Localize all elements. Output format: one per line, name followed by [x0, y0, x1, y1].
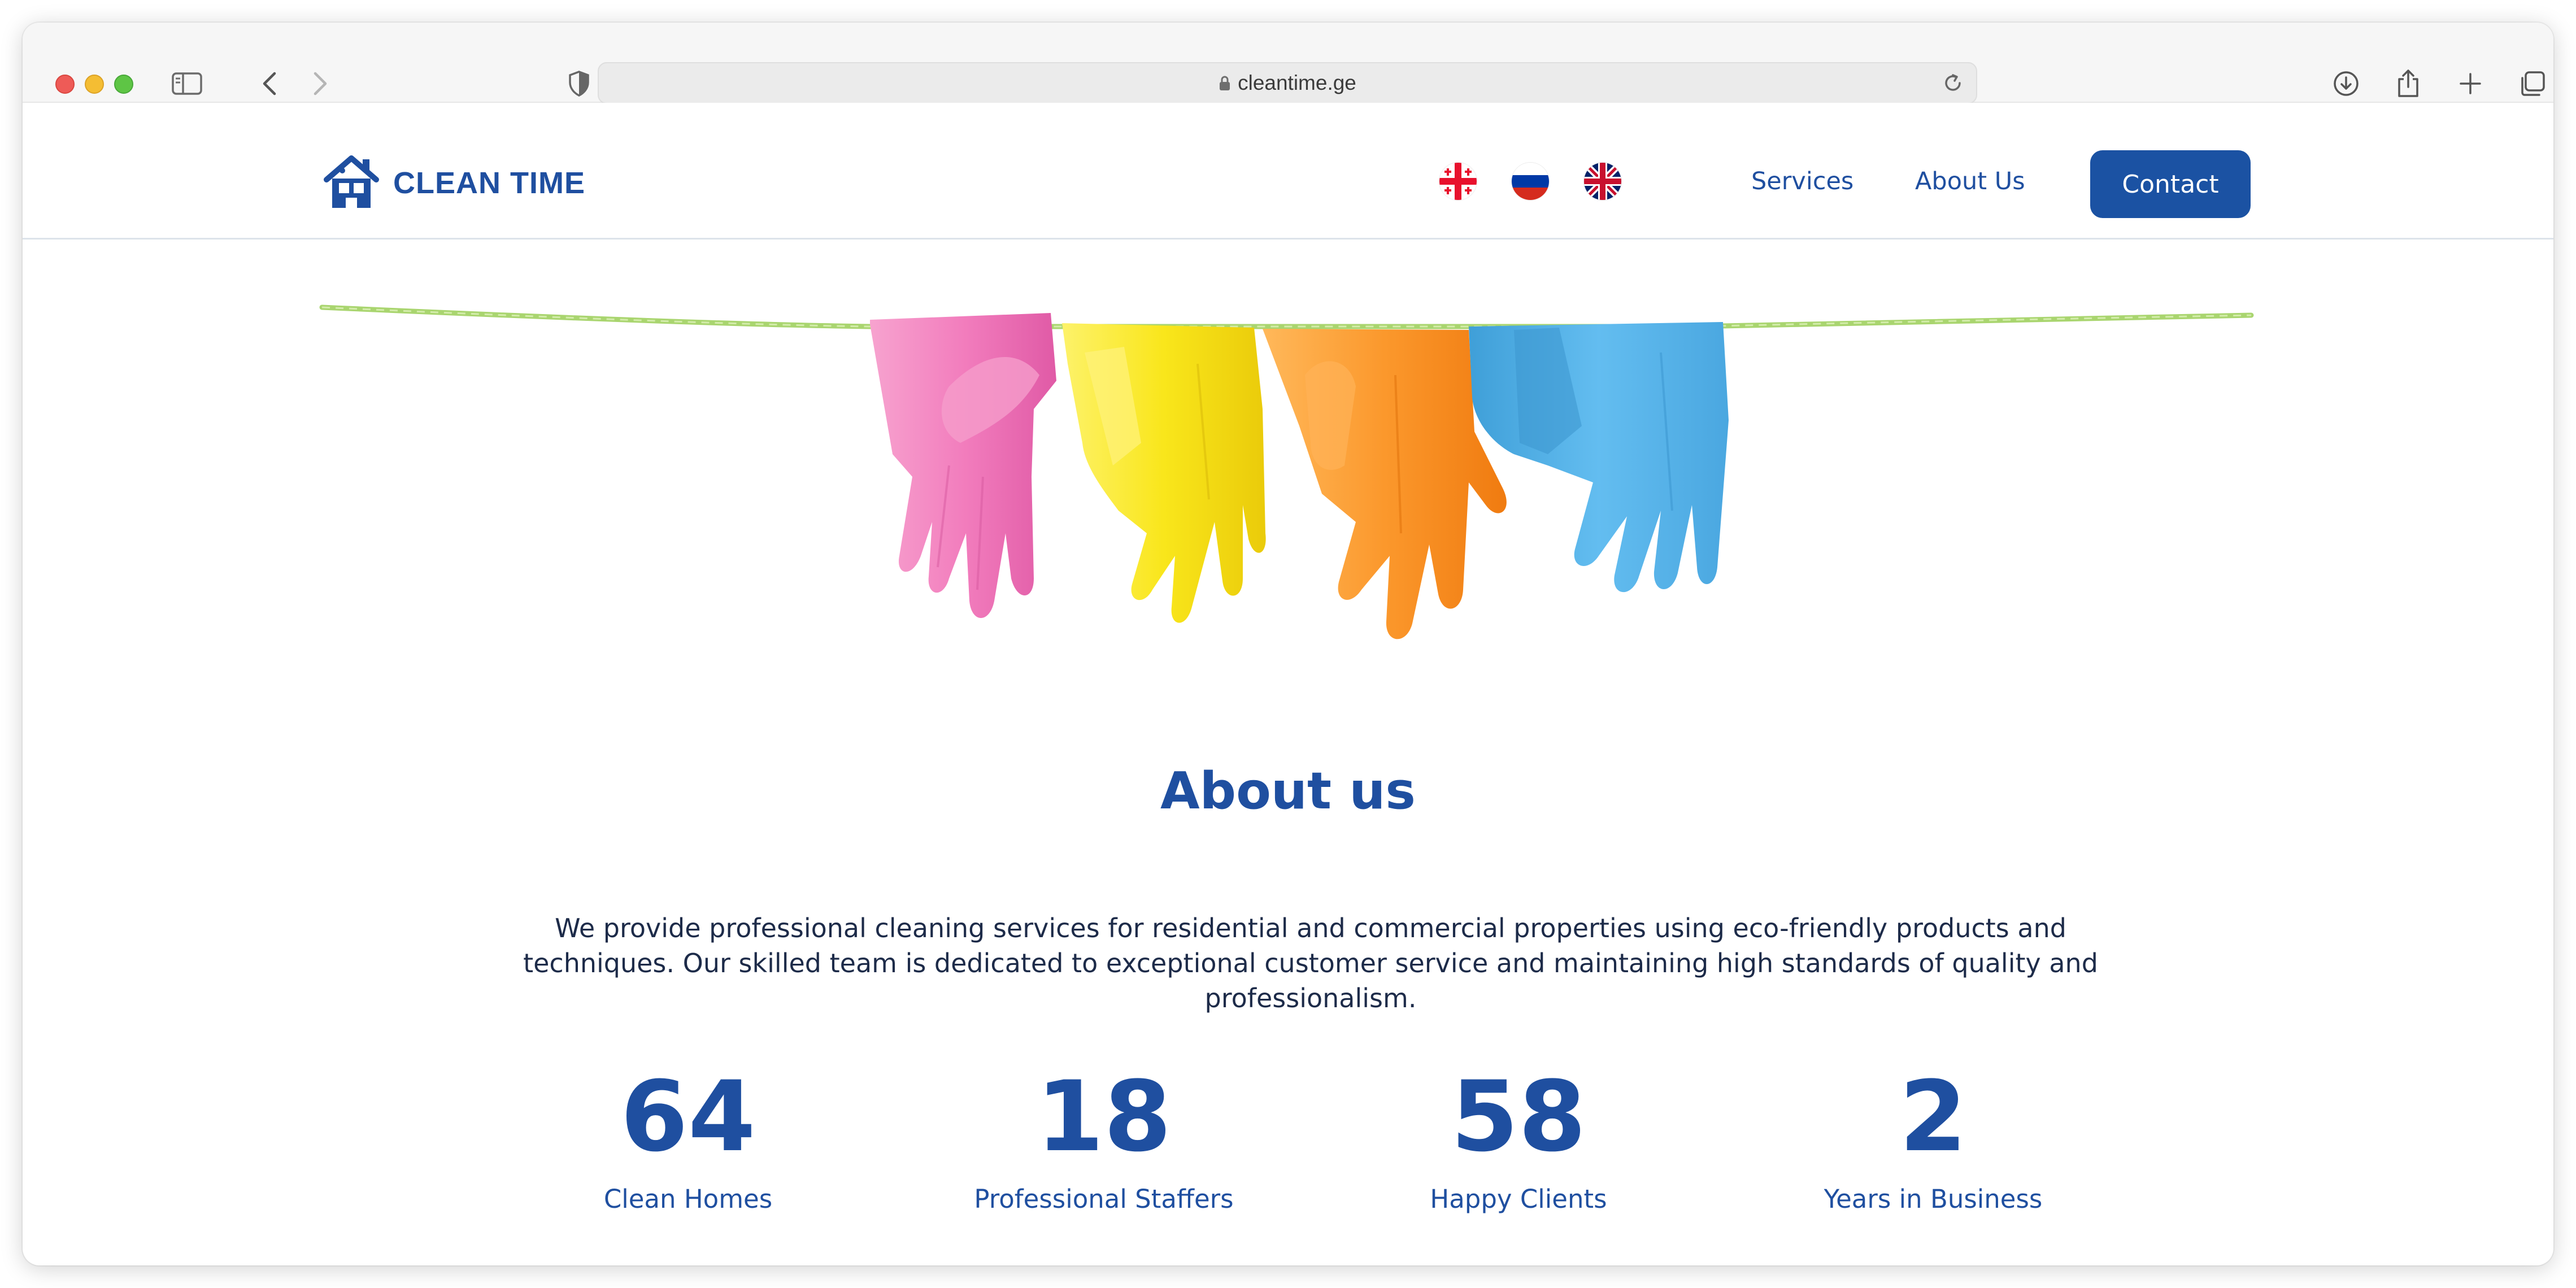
stat-professional-staffers: 18 Professional Staffers [906, 1060, 1302, 1215]
stat-clean-homes: 64 Clean Homes [490, 1060, 886, 1215]
stat-value: 58 [1451, 1060, 1586, 1173]
lock-icon [1219, 75, 1231, 92]
browser-toolbar: cleantime.ge [23, 23, 2553, 105]
uk-flag-icon[interactable] [1584, 163, 1621, 200]
contact-button[interactable]: Contact [2090, 150, 2251, 218]
sidebar-toggle-icon[interactable] [167, 62, 207, 105]
stat-label: Professional Staffers [974, 1184, 1234, 1214]
site-header: CLEAN TIME Services About Us Contact [23, 103, 2553, 240]
stat-value: 18 [1036, 1060, 1172, 1173]
minimize-window-button[interactable] [85, 75, 104, 94]
privacy-shield-icon[interactable] [559, 62, 599, 105]
back-icon[interactable] [250, 62, 289, 105]
stat-value: 2 [1899, 1060, 1967, 1173]
forward-icon[interactable] [301, 62, 340, 105]
house-logo-icon [322, 154, 381, 212]
zoom-window-button[interactable] [114, 75, 133, 94]
stat-years-in-business: 2 Years in Business [1735, 1060, 2131, 1215]
reload-icon[interactable] [1942, 72, 1964, 99]
browser-window: cleantime.ge CLEAN TIME Services About U… [23, 23, 2553, 1265]
close-window-button[interactable] [55, 75, 75, 94]
orange-glove [1263, 329, 1507, 639]
stat-value: 64 [620, 1060, 756, 1173]
logo-text: CLEAN TIME [393, 166, 585, 200]
new-tab-icon[interactable] [2451, 62, 2490, 105]
about-description: We provide professional cleaning service… [523, 913, 2098, 1013]
blue-glove [1469, 322, 1729, 593]
stat-label: Happy Clients [1430, 1184, 1607, 1214]
hero-gloves-image [23, 240, 2553, 725]
russian-flag-icon[interactable] [1512, 163, 1549, 200]
pink-glove [870, 313, 1056, 618]
tab-overview-icon[interactable] [2513, 62, 2552, 105]
yellow-glove [1062, 323, 1266, 623]
share-icon[interactable] [2388, 62, 2428, 105]
about-heading: About us [1160, 762, 1416, 821]
nav-services-link[interactable]: Services [1751, 167, 1853, 195]
address-bar[interactable]: cleantime.ge [598, 62, 1977, 104]
url-text: cleantime.ge [1238, 71, 1356, 94]
stat-label: Years in Business [1824, 1184, 2043, 1214]
georgian-flag-icon[interactable] [1439, 163, 1477, 200]
stat-happy-clients: 58 Happy Clients [1321, 1060, 1716, 1215]
nav-about-link[interactable]: About Us [1915, 167, 2025, 195]
downloads-icon[interactable] [2326, 62, 2366, 105]
site-logo[interactable]: CLEAN TIME [322, 154, 585, 212]
stat-label: Clean Homes [603, 1184, 773, 1214]
